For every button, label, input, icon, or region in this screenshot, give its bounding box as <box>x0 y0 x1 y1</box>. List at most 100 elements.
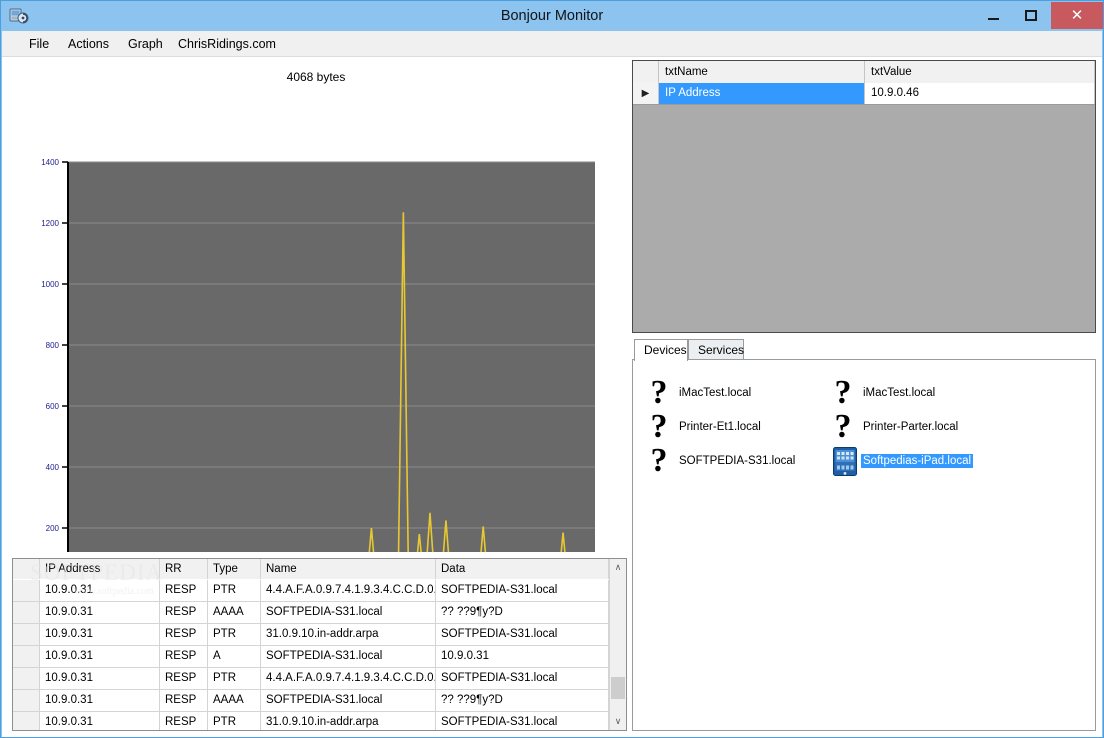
menu-item-graph[interactable]: Graph <box>119 31 172 57</box>
txt-col-header-txtname[interactable]: txtName <box>659 61 865 83</box>
svg-text:1400: 1400 <box>41 158 59 167</box>
packet-cell-name: SOFTPEDIA-S31.local <box>261 602 436 623</box>
txt-record-grid[interactable]: txtNametxtValue ▶IP Address10.9.0.46 <box>632 60 1096 333</box>
packet-cell-data: SOFTPEDIA-S31.local <box>436 712 609 731</box>
menu-item-chrisridings[interactable]: ChrisRidings.com <box>169 31 285 57</box>
txt-cell-txtName: IP Address <box>659 83 865 104</box>
menu-bar: File Actions Graph ChrisRidings.com <box>2 31 1102 57</box>
packet-cell-type: AAAA <box>208 690 261 711</box>
scroll-up-icon[interactable]: ∧ <box>610 559 626 576</box>
svg-text:200: 200 <box>46 524 60 533</box>
maximize-icon <box>1015 2 1047 29</box>
packet-cell-type: PTR <box>208 624 261 645</box>
packet-cell-rr: RESP <box>160 624 208 645</box>
packet-cell-name: 4.4.A.F.A.0.9.7.4.1.9.3.4.C.C.D.0.... <box>261 580 436 601</box>
packet-cell-name: SOFTPEDIA-S31.local <box>261 690 436 711</box>
table-row[interactable]: 10.9.0.31RESPPTR4.4.A.F.A.0.9.7.4.1.9.3.… <box>13 580 609 602</box>
scrollbar-thumb[interactable] <box>611 677 625 699</box>
title-bar[interactable]: Bonjour Monitor ✕ <box>1 1 1103 31</box>
txt-record-row[interactable]: ▶IP Address10.9.0.46 <box>633 83 1095 105</box>
packet-cell-ip: 10.9.0.31 <box>40 712 160 731</box>
scroll-down-icon[interactable]: ∨ <box>610 713 626 730</box>
table-row[interactable]: 10.9.0.31RESPPTR31.0.9.10.in-addr.arpaSO… <box>13 624 609 646</box>
client-area: 4068 bytes 0200400600800100012001400 IP … <box>2 57 1102 737</box>
txt-grid-header: txtNametxtValue <box>633 61 1095 83</box>
device-label: SOFTPEDIA-S31.local <box>677 454 797 468</box>
close-button[interactable]: ✕ <box>1051 2 1103 29</box>
tab-services[interactable]: Services <box>688 339 744 360</box>
tab-devices[interactable]: Devices <box>634 339 688 361</box>
packet-cell-name: 4.4.A.F.A.0.9.7.4.1.9.3.4.C.C.D.0.... <box>261 668 436 689</box>
txt-col-header-txtvalue[interactable]: txtValue <box>865 61 1095 83</box>
svg-text:1000: 1000 <box>41 280 59 289</box>
packet-cell-rowhdr <box>13 646 40 667</box>
table-row[interactable]: 10.9.0.31RESPAAAASOFTPEDIA-S31.local?? ?… <box>13 690 609 712</box>
packet-cell-name: SOFTPEDIA-S31.local <box>261 646 436 667</box>
packet-cell-rr: RESP <box>160 646 208 667</box>
packet-col-header-name[interactable]: Name <box>261 559 436 579</box>
device-list[interactable]: ?iMacTest.local?Printer-Et1.local?SOFTPE… <box>632 359 1096 731</box>
packet-cell-data: 10.9.0.31 <box>436 646 609 667</box>
packet-cell-rr: RESP <box>160 690 208 711</box>
packet-col-header-data[interactable]: Data <box>436 559 609 579</box>
maximize-button[interactable] <box>1015 2 1047 29</box>
minimize-icon <box>977 2 1009 29</box>
packet-cell-type: PTR <box>208 712 261 731</box>
unknown-device-icon: ? <box>831 409 855 445</box>
packet-cell-rr: RESP <box>160 668 208 689</box>
unknown-device-icon: ? <box>831 375 855 411</box>
packet-cell-ip: 10.9.0.31 <box>40 646 160 667</box>
packet-cell-type: AAAA <box>208 602 261 623</box>
unknown-device-icon: ? <box>647 409 671 445</box>
table-row[interactable]: 10.9.0.31RESPPTR4.4.A.F.A.0.9.7.4.1.9.3.… <box>13 668 609 690</box>
device-label: Softpedias-iPad.local <box>861 454 973 468</box>
packet-cell-type: PTR <box>208 580 261 601</box>
packet-col-header-ip-address[interactable]: IP Address <box>40 559 160 579</box>
packet-cell-type: A <box>208 646 261 667</box>
packet-cell-data: ?? ??9¶y?D <box>436 602 609 623</box>
unknown-device-icon: ? <box>647 443 671 479</box>
traffic-chart: 4068 bytes 0200400600800100012001400 <box>2 57 630 552</box>
packet-cell-ip: 10.9.0.31 <box>40 690 160 711</box>
menu-item-file[interactable]: File <box>20 31 58 57</box>
packet-cell-data: ?? ??9¶y?D <box>436 690 609 711</box>
close-icon: ✕ <box>1051 2 1103 29</box>
chart-plot: 0200400600800100012001400 <box>2 57 630 552</box>
packet-cell-rr: RESP <box>160 712 208 731</box>
packet-cell-data: SOFTPEDIA-S31.local <box>436 624 609 645</box>
packet-cell-name: 31.0.9.10.in-addr.arpa <box>261 624 436 645</box>
packet-cell-rowhdr <box>13 668 40 689</box>
packet-col-header-rr[interactable]: RR <box>160 559 208 579</box>
packet-cell-ip: 10.9.0.31 <box>40 602 160 623</box>
packet-cell-ip: 10.9.0.31 <box>40 668 160 689</box>
minimize-button[interactable] <box>977 2 1009 29</box>
packet-grid-header: IP AddressRRTypeNameData <box>13 559 609 579</box>
packet-col-header-type[interactable]: Type <box>208 559 261 579</box>
packet-cell-name: 31.0.9.10.in-addr.arpa <box>261 712 436 731</box>
packet-grid[interactable]: IP AddressRRTypeNameData 10.9.0.31RESPPT… <box>12 558 627 731</box>
window-title: Bonjour Monitor <box>1 1 1103 31</box>
packet-cell-rowhdr <box>13 580 40 601</box>
row-selector-icon[interactable]: ▶ <box>633 83 659 104</box>
packet-cell-rowhdr <box>13 690 40 711</box>
table-row[interactable]: 10.9.0.31RESPPTR31.0.9.10.in-addr.arpaSO… <box>13 712 609 731</box>
packet-cell-ip: 10.9.0.31 <box>40 580 160 601</box>
table-row[interactable]: 10.9.0.31RESPAAAASOFTPEDIA-S31.local?? ?… <box>13 602 609 624</box>
packet-cell-rr: RESP <box>160 602 208 623</box>
menu-item-actions[interactable]: Actions <box>59 31 118 57</box>
txt-col-header-rowhdr[interactable] <box>633 61 659 83</box>
application-window: Bonjour Monitor ✕ File Actions Graph Chr… <box>0 0 1104 738</box>
svg-text:400: 400 <box>46 463 60 472</box>
packet-cell-data: SOFTPEDIA-S31.local <box>436 668 609 689</box>
svg-text:600: 600 <box>46 402 60 411</box>
ipad-device-icon <box>833 447 857 476</box>
svg-text:1200: 1200 <box>41 219 59 228</box>
unknown-device-icon: ? <box>647 375 671 411</box>
packet-col-header-rowhdr[interactable] <box>13 559 40 579</box>
packet-grid-scrollbar[interactable]: ∧ ∨ <box>609 559 626 730</box>
packet-cell-rowhdr <box>13 712 40 731</box>
packet-cell-type: PTR <box>208 668 261 689</box>
svg-text:800: 800 <box>46 341 60 350</box>
device-service-panel: DevicesServices ?iMacTest.local?Printer-… <box>632 339 1096 731</box>
table-row[interactable]: 10.9.0.31RESPASOFTPEDIA-S31.local10.9.0.… <box>13 646 609 668</box>
